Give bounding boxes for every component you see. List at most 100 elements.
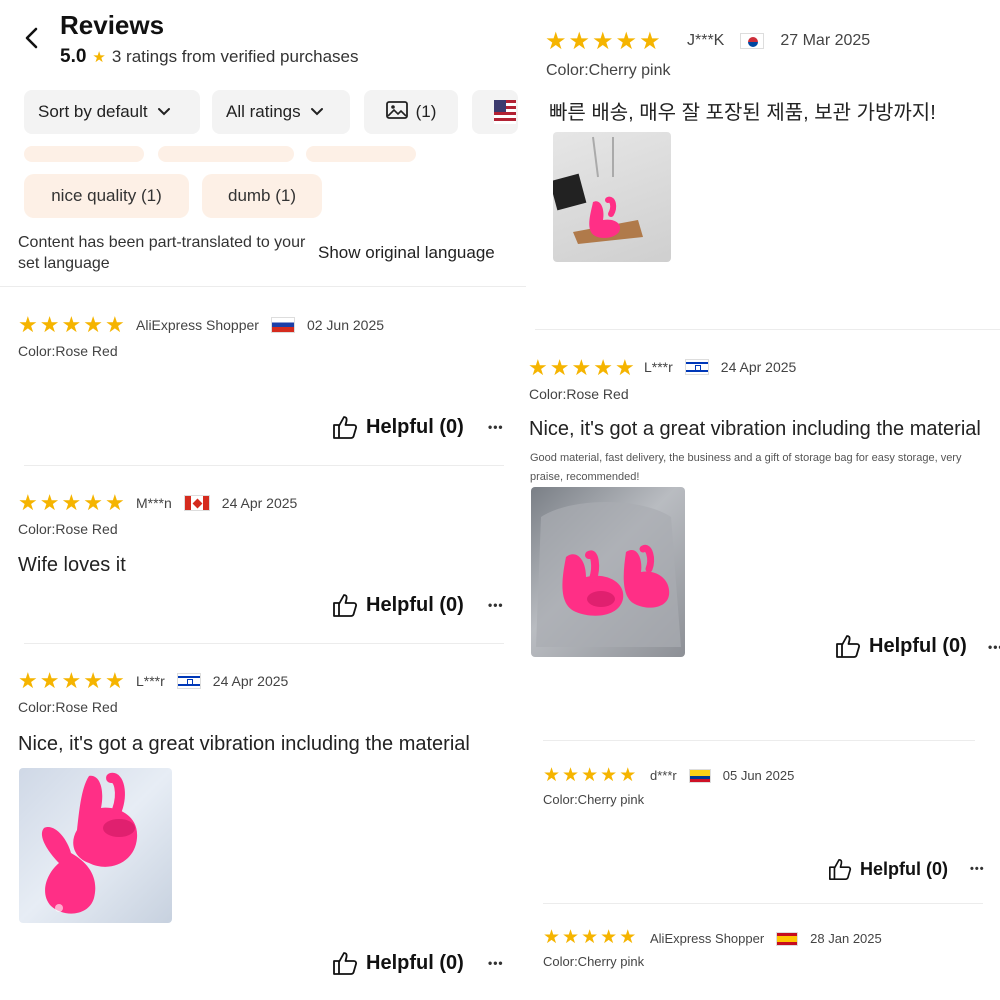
- color-variant: Color:Rose Red: [529, 386, 629, 402]
- star-icon: ★: [61, 312, 82, 337]
- star-icon: ★: [639, 28, 661, 55]
- image-icon: [385, 100, 408, 124]
- tag-nice-quality[interactable]: nice quality (1): [24, 174, 189, 218]
- reviewer-name: M***n: [136, 495, 172, 511]
- product-image: [41, 772, 138, 914]
- photo-filter[interactable]: (1): [364, 90, 458, 134]
- color-variant: Color:Rose Red: [18, 699, 118, 715]
- helpful-label: Helpful (0): [366, 593, 464, 616]
- tag-chip[interactable]: [306, 146, 416, 162]
- star-icon: ★: [104, 490, 125, 515]
- review-text: Wife loves it: [18, 554, 126, 576]
- star-icon: ★: [581, 765, 599, 786]
- review-meta: J***K 27 Mar 2025: [687, 32, 870, 50]
- review-meta: L***r 24 Apr 2025: [644, 359, 796, 375]
- reviewer-name: AliExpress Shopper: [136, 317, 259, 333]
- israel-flag-icon: [684, 359, 709, 375]
- translation-note: Content has been part-translated to your…: [18, 234, 306, 272]
- star-icon: ★: [592, 28, 614, 55]
- helpful-button[interactable]: Helpful (0): [828, 857, 948, 881]
- review-text: 빠른 배송, 매우 잘 포장된 제품, 보관 가방까지!: [549, 102, 936, 124]
- more-options-icon[interactable]: •••: [488, 598, 504, 612]
- star-icon: ★: [39, 490, 60, 515]
- chevron-down-icon: [156, 104, 172, 120]
- thumbs-up-icon: [333, 594, 358, 617]
- star-icon: ★: [568, 28, 591, 55]
- review-photo[interactable]: [553, 132, 671, 262]
- star-icon: ★: [562, 927, 580, 948]
- color-variant: Color:Rose Red: [18, 521, 118, 537]
- star-icon: ★: [61, 490, 82, 515]
- star-icon: ★: [593, 355, 613, 380]
- helpful-button[interactable]: Helpful (0): [835, 633, 967, 659]
- reviewer-name: J***K: [687, 32, 725, 49]
- star-icon: ★: [39, 668, 60, 693]
- back-arrow-icon[interactable]: [18, 24, 46, 52]
- tag-chip[interactable]: [158, 146, 294, 162]
- helpful-button[interactable]: Helpful (0): [332, 950, 464, 976]
- review-date: 24 Apr 2025: [720, 359, 797, 375]
- color-variant: Color:Cherry pink: [543, 792, 645, 807]
- star-icon: ★: [104, 312, 125, 337]
- review-photo[interactable]: [531, 487, 685, 657]
- rating-summary: 5.0 ★ 3 ratings from verified purchases: [60, 46, 358, 68]
- star-icon: ★: [581, 927, 599, 948]
- star-icon: ★: [600, 927, 618, 948]
- reviewer-name: L***r: [136, 673, 165, 689]
- star-icon: ★: [104, 668, 125, 693]
- review-meta: M***n 24 Apr 2025: [136, 495, 297, 511]
- color-variant: Color:Cherry pink: [543, 954, 645, 969]
- review-date: 02 Jun 2025: [306, 317, 385, 333]
- star-icon: ★: [83, 312, 103, 337]
- review-date: 28 Jan 2025: [810, 931, 882, 946]
- us-flag-icon: [494, 100, 516, 124]
- helpful-button[interactable]: Helpful (0): [332, 592, 464, 618]
- tag-dumb[interactable]: dumb (1): [202, 174, 322, 218]
- review-meta: AliExpress Shopper 28 Jan 2025: [650, 931, 882, 946]
- divider: [543, 903, 983, 904]
- country-filter[interactable]: [472, 90, 518, 134]
- star-icon: ★: [615, 28, 638, 55]
- star-icon: ★: [543, 927, 561, 948]
- sort-dropdown[interactable]: Sort by default: [24, 90, 200, 134]
- more-options-icon[interactable]: •••: [488, 420, 504, 434]
- divider: [24, 465, 504, 466]
- thumbs-up-icon: [829, 858, 852, 880]
- star-icon: ★: [92, 49, 106, 66]
- thumbs-up-icon: [333, 416, 358, 439]
- more-options-icon[interactable]: •••: [970, 863, 985, 875]
- reviewer-name: L***r: [644, 359, 673, 375]
- review-date: 24 Apr 2025: [221, 495, 298, 511]
- more-options-icon[interactable]: •••: [988, 640, 1000, 654]
- colombia-flag-icon: [688, 768, 711, 783]
- review-text: Nice, it's got a great vibration includi…: [18, 733, 470, 755]
- star-icon: ★: [61, 668, 82, 693]
- average-score: 5.0: [60, 46, 87, 67]
- star-icon: ★: [619, 765, 637, 786]
- more-options-icon[interactable]: •••: [488, 956, 504, 970]
- helpful-button[interactable]: Helpful (0): [332, 414, 464, 440]
- star-icon: ★: [619, 927, 637, 948]
- tag-chip[interactable]: [24, 146, 144, 162]
- ratings-dropdown[interactable]: All ratings: [212, 90, 350, 134]
- star-icon: ★: [545, 28, 567, 55]
- star-icon: ★: [18, 668, 38, 693]
- review-date: 27 Mar 2025: [780, 32, 871, 49]
- rating-stars: ★ ★ ★ ★ ★: [18, 670, 125, 692]
- helpful-label: Helpful (0): [366, 951, 464, 974]
- star-icon: ★: [528, 355, 548, 380]
- star-icon: ★: [562, 765, 580, 786]
- canada-flag-icon: [183, 495, 210, 511]
- review-photo[interactable]: [19, 768, 172, 923]
- rating-stars: ★ ★ ★ ★ ★: [18, 314, 125, 336]
- star-icon: ★: [614, 355, 635, 380]
- star-icon: ★: [549, 355, 570, 380]
- show-original-link[interactable]: Show original language: [318, 243, 495, 263]
- photo-count: (1): [415, 102, 437, 121]
- page-title: Reviews: [60, 10, 165, 40]
- star-icon: ★: [18, 312, 38, 337]
- review-meta: AliExpress Shopper 02 Jun 2025: [136, 317, 384, 333]
- rating-stars: ★ ★ ★ ★ ★: [543, 766, 636, 785]
- review-text: Nice, it's got a great vibration includi…: [529, 418, 981, 440]
- reviewer-name: AliExpress Shopper: [650, 931, 765, 946]
